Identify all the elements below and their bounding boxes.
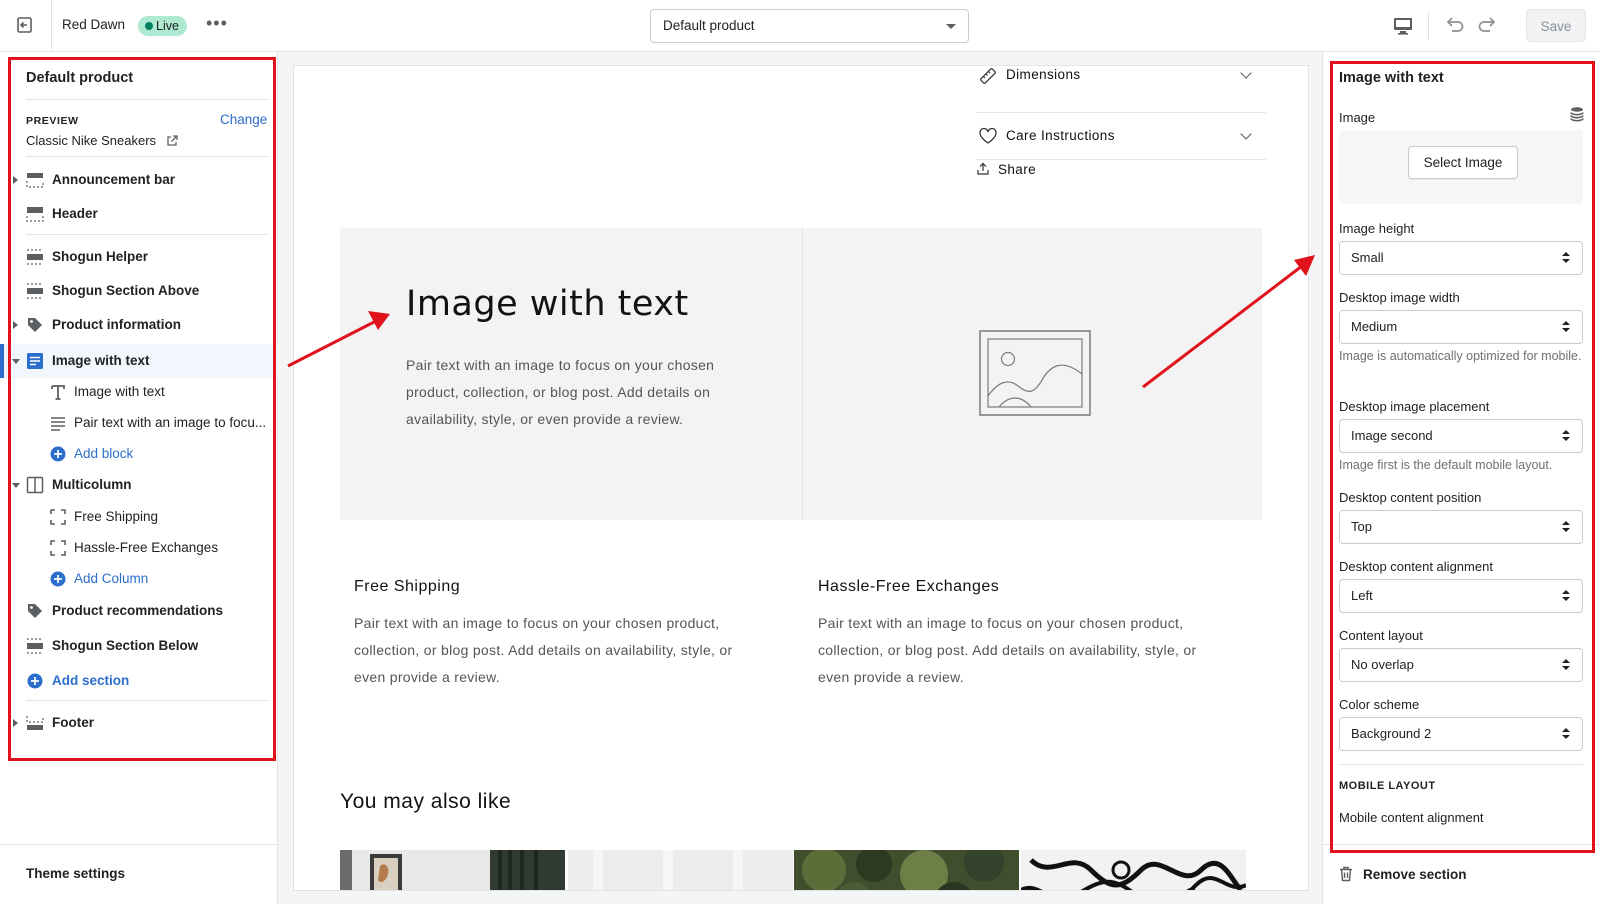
chevron-down-icon	[1240, 128, 1252, 140]
status-badge: Live	[138, 16, 187, 36]
annotation-box-left	[8, 57, 276, 761]
remove-section-bar: Remove section	[1323, 844, 1600, 904]
theme-settings-bar: Theme settings	[0, 844, 278, 904]
image-with-text-paragraph: Pair text with an image to focus on your…	[406, 357, 715, 427]
template-select-value: Default product	[663, 18, 755, 33]
preview-canvas: Dimensions Care Instructions Share Image…	[294, 66, 1308, 890]
topbar-divider	[1428, 12, 1429, 40]
redo-icon[interactable]	[1477, 14, 1499, 39]
column-text: Pair text with an image to focus on your…	[354, 615, 733, 685]
column-text: Pair text with an image to focus on your…	[818, 615, 1197, 685]
remove-section-label: Remove section	[1363, 867, 1467, 882]
theme-settings-button[interactable]: Theme settings	[26, 866, 125, 881]
column-title: Free Shipping	[354, 578, 461, 595]
accordion-label: Dimensions	[1006, 67, 1081, 82]
accordion-label: Care Instructions	[1006, 128, 1115, 143]
product-thumbnail[interactable]	[340, 850, 565, 890]
share-label: Share	[998, 162, 1037, 177]
accordion-care-instructions[interactable]: Care Instructions	[976, 113, 1266, 160]
column-title: Hassle-Free Exchanges	[818, 578, 1000, 595]
template-select[interactable]: Default product	[650, 9, 969, 43]
trash-icon	[1340, 866, 1352, 882]
more-actions-button[interactable]: •••	[206, 13, 228, 34]
image-column	[802, 228, 1262, 520]
caret-down-icon	[946, 24, 956, 29]
topbar-divider	[51, 0, 52, 52]
product-thumbnail[interactable]	[568, 850, 793, 890]
store-name: Red Dawn	[62, 17, 126, 32]
save-button[interactable]: Save	[1526, 9, 1586, 42]
annotation-box-right	[1330, 61, 1595, 853]
top-bar: Red Dawn Live ••• Default product Save	[0, 0, 1600, 52]
chevron-down-icon	[1240, 67, 1252, 79]
product-thumbnail[interactable]	[1021, 850, 1246, 890]
accordion-dimensions[interactable]: Dimensions	[976, 66, 1266, 113]
recommendations-heading: You may also like	[340, 790, 512, 813]
heart-icon	[978, 126, 998, 149]
remove-section-button[interactable]: Remove section	[1339, 866, 1467, 882]
image-with-text-section[interactable]: Image with text Pair text with an image …	[340, 228, 1262, 520]
image-placeholder-icon	[979, 330, 1091, 416]
ruler-icon	[978, 66, 998, 89]
share-icon	[977, 162, 989, 175]
product-thumbnail[interactable]	[794, 850, 1019, 890]
undo-icon[interactable]	[1443, 14, 1465, 39]
share-button[interactable]: Share	[976, 162, 1036, 177]
image-with-text-heading: Image with text	[406, 284, 689, 324]
desktop-icon[interactable]	[1392, 15, 1414, 40]
exit-icon[interactable]	[14, 14, 38, 38]
